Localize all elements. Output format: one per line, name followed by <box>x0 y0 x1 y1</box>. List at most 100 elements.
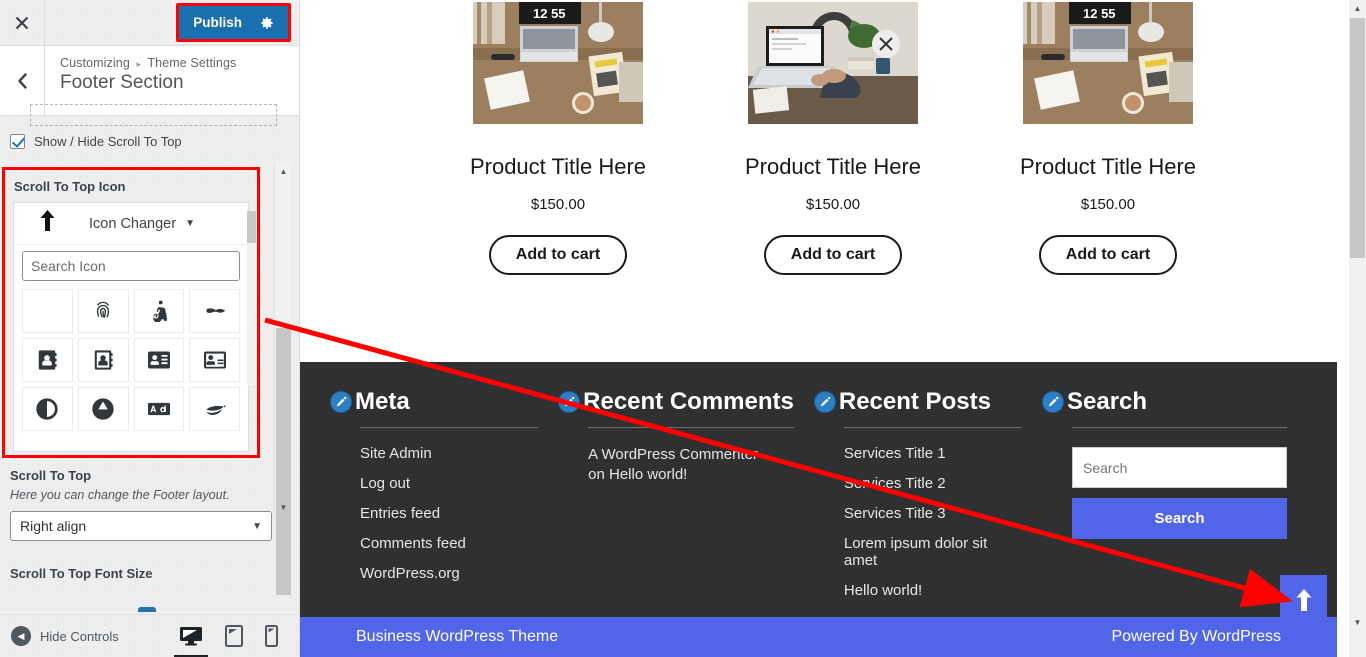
add-to-cart-button[interactable]: Add to cart <box>1038 235 1178 276</box>
product-card: 12 55 Product Title Here $150.00 Add to … <box>1002 2 1215 276</box>
icon-grid <box>14 285 248 431</box>
desktop-icon[interactable] <box>179 626 203 646</box>
breadcrumb-separator-icon: ▸ <box>136 59 142 69</box>
widget-title: Search <box>1067 388 1148 415</box>
footer-bottom-bar: Business WordPress Theme Powered By Word… <box>300 617 1337 657</box>
hide-controls-button[interactable]: ◀ Hide Controls <box>0 626 119 646</box>
scroll-to-top-button[interactable] <box>1280 575 1327 624</box>
list-item: Hello world! <box>844 582 1022 599</box>
product-card: 12 55 Product Title Here $150.00 Add to … <box>452 2 665 276</box>
publish-label: Publish <box>193 15 242 30</box>
pencil-edit-icon[interactable] <box>813 391 836 413</box>
add-to-cart-button[interactable]: Add to cart <box>488 235 628 276</box>
meta-link[interactable]: Comments feed <box>360 535 466 552</box>
post-link[interactable]: Services Title 3 <box>844 505 946 522</box>
preview-scrollbar-thumb[interactable] <box>1350 18 1365 258</box>
recent-comment-text: A WordPress Commenter on Hello world! <box>588 446 758 484</box>
customizer-controls-body: Show / Hide Scroll To Top Scroll To Top … <box>0 104 299 595</box>
scroll-to-top-description: Here you can change the Footer layout. <box>10 488 230 502</box>
scroll-down-icon[interactable]: ▼ <box>275 499 292 516</box>
scroll-to-top-icon-label: Scroll To Top Icon <box>14 179 126 194</box>
desk-laptop-photo: 12 55 <box>1023 2 1193 124</box>
post-link[interactable]: Lorem ipsum dolor sit amet <box>844 535 987 569</box>
customizer-sidebar: Publish Customizing ▸ Theme Settings Foo… <box>0 0 300 657</box>
post-link[interactable]: Services Title 1 <box>844 445 946 462</box>
arrow-up-icon <box>22 210 72 237</box>
fingerprint-icon[interactable] <box>77 289 129 333</box>
footer-widget-meta: Meta Site Admin Log out Entries feed Com… <box>330 388 558 617</box>
icon-grid-scrollbar[interactable] <box>247 211 256 386</box>
svg-text:12 55: 12 55 <box>1083 6 1116 21</box>
list-item: WordPress.org <box>360 565 538 582</box>
meta-link[interactable]: Log out <box>360 475 410 492</box>
product-image: 12 55 <box>473 2 643 124</box>
accusoft-icon[interactable] <box>189 289 240 333</box>
product-title: Product Title Here <box>1019 154 1197 179</box>
sidebar-scrollbar-thumb[interactable] <box>276 328 291 595</box>
widget-title: Recent Comments <box>583 388 794 415</box>
pencil-edit-icon[interactable] <box>330 391 352 413</box>
close-icon[interactable] <box>0 0 45 45</box>
meta-link[interactable]: Site Admin <box>360 445 432 462</box>
scroll-down-icon[interactable]: ▼ <box>1349 614 1366 631</box>
icon-grid-scrollbar-thumb[interactable] <box>247 211 256 243</box>
adjust-icon[interactable] <box>22 387 73 431</box>
breadcrumb: Customizing ▸ Theme Settings <box>60 56 236 70</box>
address-card-solid-icon[interactable] <box>133 338 185 382</box>
breadcrumb-root[interactable]: Customizing <box>60 56 130 70</box>
add-to-cart-button[interactable]: Add to cart <box>763 235 903 276</box>
pencil-edit-icon[interactable] <box>1042 391 1064 413</box>
breadcrumb-parent[interactable]: Theme Settings <box>147 56 236 70</box>
footer-site-title: Business WordPress Theme <box>356 628 559 645</box>
scroll-to-top-align-select[interactable]: Right align ▼ <box>10 511 272 541</box>
list-item: Services Title 2 <box>844 475 1022 492</box>
affiliatetheme-icon[interactable] <box>189 387 240 431</box>
list-item: Site Admin <box>360 445 538 462</box>
list-item: Log out <box>360 475 538 492</box>
scroll-up-icon[interactable]: ▲ <box>1349 0 1366 17</box>
post-link[interactable]: Hello world! <box>844 582 922 599</box>
meta-link[interactable]: Entries feed <box>360 505 440 522</box>
footer-search-input[interactable] <box>1072 447 1287 488</box>
scroll-to-top-align-control: Scroll To Top Here you can change the Fo… <box>10 468 272 541</box>
address-book-solid-icon[interactable] <box>22 338 73 382</box>
tablet-icon[interactable] <box>225 625 243 647</box>
widget-title: Recent Posts <box>838 388 991 415</box>
sidebar-scrollbar[interactable]: ▲ ▼ <box>274 163 292 595</box>
preview-scrollbar[interactable]: ▲ ▼ <box>1349 0 1366 657</box>
gear-icon[interactable] <box>260 16 274 30</box>
publish-button[interactable]: Publish <box>179 6 288 39</box>
accessible-icon[interactable] <box>133 289 185 333</box>
show-hide-checkbox[interactable] <box>10 134 25 149</box>
icon-changer-dropdown[interactable]: Icon Changer ▼ <box>72 216 240 232</box>
product-image <box>748 2 918 124</box>
footer-search-button[interactable]: Search <box>1072 498 1287 539</box>
product-grid: 12 55 Product Title Here $150.00 Add to … <box>300 0 1366 276</box>
publish-highlight-box: Publish <box>176 3 291 42</box>
mobile-icon[interactable] <box>265 625 278 647</box>
post-link[interactable]: Services Title 2 <box>844 475 946 492</box>
product-title: Product Title Here <box>469 154 647 179</box>
scroll-to-top-font-size-label: Scroll To Top Font Size <box>10 566 153 581</box>
footer-widget-search: Search Search <box>1042 388 1307 617</box>
recent-posts-list: Services Title 1 Services Title 2 Servic… <box>814 445 1022 599</box>
scroll-up-icon[interactable]: ▲ <box>275 163 292 180</box>
icon-cell-blank[interactable] <box>22 289 73 333</box>
icon-changer-row[interactable]: Icon Changer ▼ <box>14 203 248 245</box>
customizer-footer-bar: ◀ Hide Controls <box>0 614 299 657</box>
adn-icon[interactable] <box>77 387 129 431</box>
pencil-edit-icon[interactable] <box>558 391 581 413</box>
footer-widget-recent-comments: Recent Comments A WordPress Commenter on… <box>558 388 814 617</box>
adversal-icon[interactable] <box>133 387 185 431</box>
list-item: Lorem ipsum dolor sit amet <box>844 535 1022 569</box>
widget-divider <box>843 427 1022 428</box>
search-icon-input[interactable] <box>22 251 240 281</box>
address-book-regular-icon[interactable] <box>77 338 129 382</box>
show-hide-scroll-to-top-control[interactable]: Show / Hide Scroll To Top <box>10 134 182 149</box>
list-item: Services Title 3 <box>844 505 1022 522</box>
meta-link[interactable]: WordPress.org <box>360 565 460 582</box>
arrow-up-icon <box>1296 588 1311 611</box>
scroll-to-top-align-value: Right align <box>20 518 87 534</box>
address-card-regular-icon[interactable] <box>189 338 240 382</box>
page-title: Footer Section <box>60 72 184 93</box>
